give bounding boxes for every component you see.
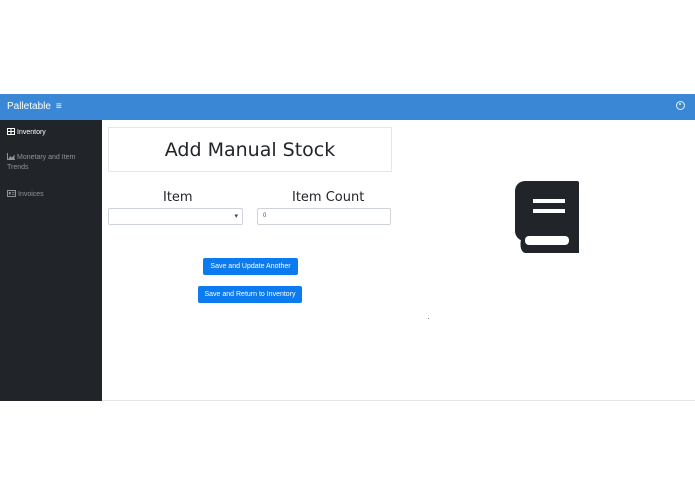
save-return-button[interactable]: Save and Return to Inventory (198, 286, 302, 303)
divider-dot (428, 318, 429, 319)
sidebar-item-invoices[interactable]: Invoices (7, 190, 44, 200)
page-title: Add Manual Stock (108, 127, 392, 172)
main-content: Add Manual Stock Item Item Count ▾ 0 Sav… (102, 120, 695, 401)
chevron-down-icon: ▾ (234, 213, 238, 220)
item-count-label: Item Count (292, 190, 365, 205)
top-navbar: Palletable ≡ (0, 94, 695, 120)
table-icon (7, 128, 15, 135)
brand[interactable]: Palletable ≡ (7, 101, 62, 112)
sidebar-item-inventory[interactable]: Inventory (7, 128, 46, 138)
hamburger-icon[interactable]: ≡ (56, 101, 62, 112)
app-frame: Palletable ≡ Inventory Monetary and Item… (0, 94, 695, 401)
item-label: Item (163, 190, 193, 205)
invoice-icon (7, 190, 16, 197)
sidebar-item-label: Monetary and Item Trends (7, 154, 76, 171)
save-update-button[interactable]: Save and Update Another (203, 258, 298, 275)
sidebar-item-trends[interactable]: Monetary and Item Trends (7, 153, 95, 173)
brand-name: Palletable (7, 101, 51, 112)
sidebar-item-label: Invoices (18, 191, 44, 198)
book-icon (515, 181, 579, 260)
user-circle-icon[interactable] (676, 101, 685, 110)
sidebar: Inventory Monetary and Item Trends Invoi… (0, 120, 102, 401)
area-chart-icon (7, 153, 15, 160)
sidebar-item-label: Inventory (17, 129, 46, 136)
item-count-input[interactable]: 0 (257, 208, 391, 225)
item-select[interactable]: ▾ (108, 208, 243, 225)
